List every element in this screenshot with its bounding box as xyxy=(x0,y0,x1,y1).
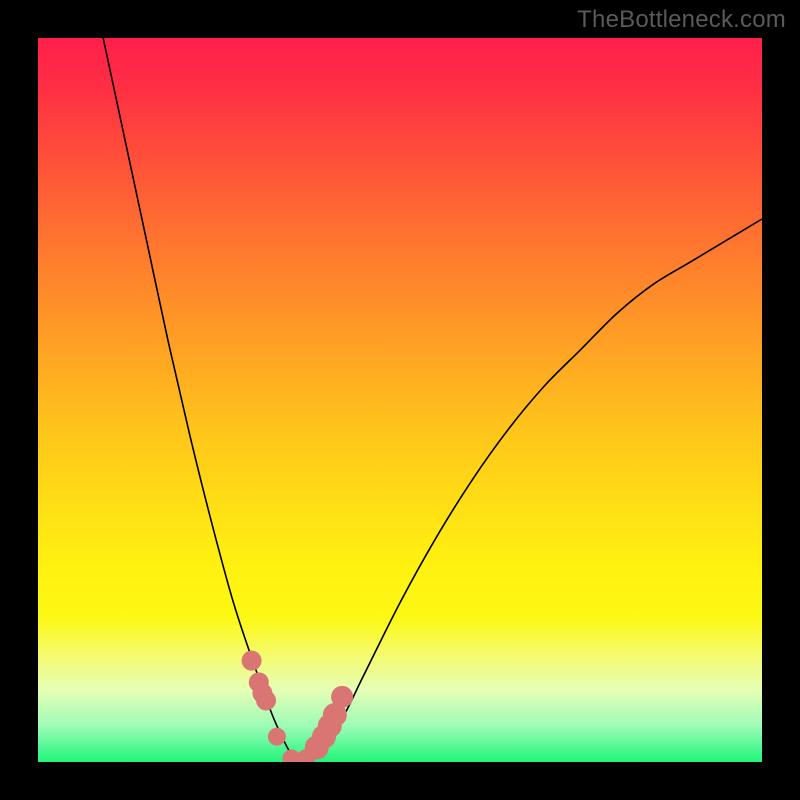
chart-frame: TheBottleneck.com xyxy=(0,0,800,800)
highlight-dot xyxy=(256,690,276,710)
highlight-dot xyxy=(242,651,262,671)
highlight-dot xyxy=(268,728,286,746)
watermark-text: TheBottleneck.com xyxy=(577,6,786,34)
bottleneck-curve xyxy=(38,38,762,762)
highlight-dot xyxy=(331,686,353,708)
plot-area xyxy=(38,38,762,762)
highlight-dots xyxy=(242,651,353,762)
main-curve-path xyxy=(103,38,762,762)
